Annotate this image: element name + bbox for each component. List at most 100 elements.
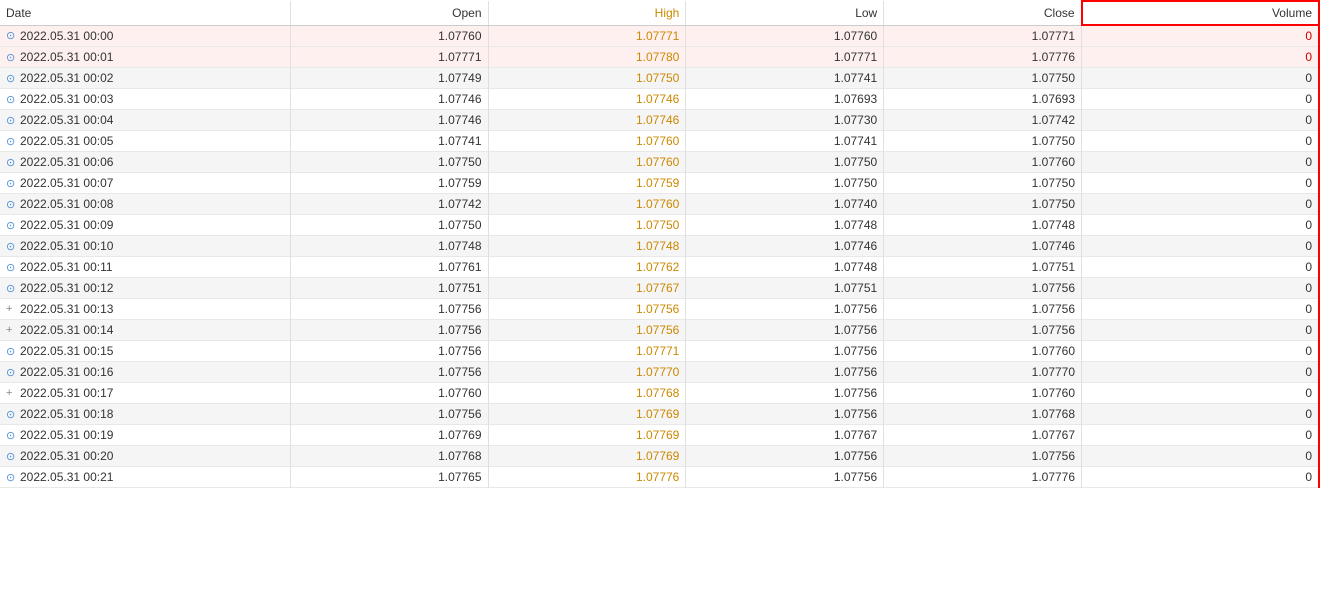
cell-low: 1.07741: [686, 131, 884, 152]
date-text: 2022.05.31 00:20: [20, 449, 113, 463]
cell-open: 1.07765: [290, 467, 488, 488]
cell-open: 1.07759: [290, 173, 488, 194]
cell-high: 1.07750: [488, 215, 686, 236]
cell-open: 1.07748: [290, 236, 488, 257]
cell-close: 1.07742: [884, 110, 1082, 131]
cell-volume: 0: [1082, 467, 1319, 488]
cell-date: ⊙ 2022.05.31 00:02: [0, 68, 290, 89]
date-text: 2022.05.31 00:15: [20, 344, 113, 358]
doji-icon: ⊙: [6, 345, 16, 358]
date-text: 2022.05.31 00:05: [20, 134, 113, 148]
cell-close: 1.07756: [884, 320, 1082, 341]
cell-close: 1.07750: [884, 68, 1082, 89]
doji-icon: ⊙: [6, 72, 16, 85]
doji-icon: ⊙: [6, 261, 16, 274]
cell-high: 1.07750: [488, 68, 686, 89]
date-text: 2022.05.31 00:19: [20, 428, 113, 442]
cell-high: 1.07769: [488, 425, 686, 446]
cell-volume: 0: [1082, 236, 1319, 257]
cell-low: 1.07760: [686, 25, 884, 47]
cell-high: 1.07768: [488, 383, 686, 404]
cell-open: 1.07741: [290, 131, 488, 152]
date-text: 2022.05.31 00:11: [20, 260, 113, 274]
cell-volume: 0: [1082, 25, 1319, 47]
cell-open: 1.07749: [290, 68, 488, 89]
cell-volume: 0: [1082, 278, 1319, 299]
cell-date: +2022.05.31 00:13: [0, 299, 290, 320]
doji-icon: ⊙: [6, 114, 16, 127]
cell-open: 1.07756: [290, 299, 488, 320]
doji-plus-icon: +: [6, 303, 16, 315]
doji-icon: ⊙: [6, 471, 16, 484]
cell-close: 1.07756: [884, 299, 1082, 320]
cell-close: 1.07771: [884, 25, 1082, 47]
cell-open: 1.07768: [290, 446, 488, 467]
cell-volume: 0: [1082, 194, 1319, 215]
cell-open: 1.07760: [290, 25, 488, 47]
cell-high: 1.07760: [488, 194, 686, 215]
cell-low: 1.07730: [686, 110, 884, 131]
cell-volume: 0: [1082, 89, 1319, 110]
cell-close: 1.07756: [884, 278, 1082, 299]
cell-date: ⊙2022.05.31 00:12: [0, 278, 290, 299]
table-header-row: Date Open High Low Close Volume: [0, 1, 1319, 25]
date-text: 2022.05.31 00:00: [20, 29, 113, 43]
cell-volume: 0: [1082, 425, 1319, 446]
header-high[interactable]: High: [488, 1, 686, 25]
cell-high: 1.07780: [488, 47, 686, 68]
ohlcv-table: Date Open High Low Close Volume ⊙2022.05…: [0, 0, 1320, 488]
header-date[interactable]: Date: [0, 1, 290, 25]
cell-date: ⊙2022.05.31 00:00: [0, 25, 290, 47]
doji-icon: ⊙: [6, 93, 16, 106]
table-row: ⊙2022.05.31 00:091.077501.077501.077481.…: [0, 215, 1319, 236]
table-row: ⊙2022.05.31 00:161.077561.077701.077561.…: [0, 362, 1319, 383]
table-row: ⊙2022.05.31 00:191.077691.077691.077671.…: [0, 425, 1319, 446]
cell-high: 1.07760: [488, 131, 686, 152]
cell-volume: 0: [1082, 131, 1319, 152]
cell-high: 1.07759: [488, 173, 686, 194]
header-low[interactable]: Low: [686, 1, 884, 25]
cell-volume: 0: [1082, 383, 1319, 404]
header-close[interactable]: Close: [884, 1, 1082, 25]
date-text: 2022.05.31 00:14: [20, 323, 113, 337]
doji-icon: ⊙: [6, 366, 16, 379]
cell-volume: 0: [1082, 404, 1319, 425]
date-text: 2022.05.31 00:02: [20, 71, 113, 85]
cell-low: 1.07746: [686, 236, 884, 257]
cell-low: 1.07750: [686, 152, 884, 173]
cell-close: 1.07768: [884, 404, 1082, 425]
date-text: 2022.05.31 00:01: [20, 50, 113, 64]
cell-volume: 0: [1082, 362, 1319, 383]
cell-low: 1.07767: [686, 425, 884, 446]
cell-low: 1.07693: [686, 89, 884, 110]
cell-close: 1.07776: [884, 47, 1082, 68]
header-open[interactable]: Open: [290, 1, 488, 25]
date-text: 2022.05.31 00:03: [20, 92, 113, 106]
header-volume[interactable]: Volume: [1082, 1, 1319, 25]
cell-volume: 0: [1082, 299, 1319, 320]
date-text: 2022.05.31 00:08: [20, 197, 113, 211]
cell-open: 1.07742: [290, 194, 488, 215]
cell-date: ⊙2022.05.31 00:09: [0, 215, 290, 236]
cell-date: ⊙2022.05.31 00:16: [0, 362, 290, 383]
doji-icon: ⊙: [6, 429, 16, 442]
cell-close: 1.07748: [884, 215, 1082, 236]
table-row: ⊙2022.05.31 00:001.077601.077711.077601.…: [0, 25, 1319, 47]
cell-open: 1.07746: [290, 89, 488, 110]
doji-plus-icon: +: [6, 324, 16, 336]
doji-icon: ⊙: [6, 177, 16, 190]
cell-close: 1.07760: [884, 341, 1082, 362]
cell-date: ⊙2022.05.31 00:20: [0, 446, 290, 467]
cell-volume: 0: [1082, 446, 1319, 467]
cell-open: 1.07771: [290, 47, 488, 68]
doji-icon: ⊙: [6, 51, 16, 64]
data-table-container: Date Open High Low Close Volume ⊙2022.05…: [0, 0, 1320, 590]
cell-low: 1.07756: [686, 404, 884, 425]
doji-icon: ⊙: [6, 135, 16, 148]
cell-high: 1.07776: [488, 467, 686, 488]
date-text: 2022.05.31 00:09: [20, 218, 113, 232]
cell-high: 1.07771: [488, 25, 686, 47]
table-row: ⊙2022.05.31 00:061.077501.077601.077501.…: [0, 152, 1319, 173]
cell-volume: 0: [1082, 215, 1319, 236]
table-row: +2022.05.31 00:141.077561.077561.077561.…: [0, 320, 1319, 341]
